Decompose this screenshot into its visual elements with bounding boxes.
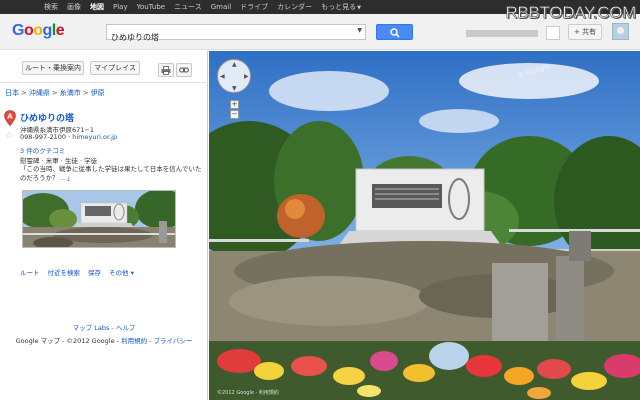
nav-calendar[interactable]: カレンダー [277, 2, 312, 12]
footer-copyright: Google マップ - ©2012 Google - 利用規約 - プライバシ… [0, 335, 208, 345]
nav-images[interactable]: 画像 [67, 2, 81, 12]
breadcrumb-item[interactable]: 沖縄県 [29, 89, 50, 97]
breadcrumb-item[interactable]: 糸満市 [60, 89, 81, 97]
nav-news[interactable]: ニュース [174, 2, 202, 12]
link-icon [179, 67, 189, 73]
categories: 慰霊碑 · 米軍 · 生徒 · 学徒 [20, 157, 98, 165]
photo-image [23, 191, 175, 247]
save-link[interactable]: 保存 [88, 269, 101, 277]
dropdown-arrow-icon[interactable]: ▼ [357, 27, 362, 34]
route-button[interactable]: ルート・乗換案内 [22, 61, 84, 75]
divider [0, 82, 208, 83]
nav-play[interactable]: Play [113, 3, 128, 11]
user-name-blurred [466, 30, 538, 37]
more-actions-link[interactable]: その他 ▾ [109, 269, 134, 277]
footer-links: マップ Labs - ヘルプ [0, 322, 208, 332]
search-icon [390, 28, 400, 38]
my-places-button[interactable]: マイプレイス [90, 61, 140, 75]
pan-left-icon[interactable]: ◀ [220, 73, 225, 80]
terms-link[interactable]: 利用規約 [121, 337, 147, 345]
review-text: 「この当時、戦争に従事した学徒は果たして日本を信んでいたのだろうか？ [20, 165, 202, 182]
pan-control[interactable]: ▲ ▼ ◀ ▶ [217, 59, 251, 93]
breadcrumb-separator: > [21, 89, 27, 97]
nav-more-label: もっと見る [321, 3, 357, 11]
notification-box[interactable] [546, 26, 560, 40]
place-actions: ルート 付近を検索 保存 その他 ▾ [20, 267, 142, 277]
nav-search[interactable]: 検索 [44, 2, 58, 12]
help-link[interactable]: ヘルプ [116, 324, 136, 332]
avatar[interactable] [612, 23, 629, 40]
review-snippet: 「この当時、戦争に従事した学徒は果たして日本を信んでいたのだろうか？ ...」 [20, 165, 202, 183]
breadcrumb-item[interactable]: 日本 [5, 89, 19, 97]
left-panel: ルート・乗換案内 マイプレイス 日本 > 沖縄県 > 糸満市 > 伊原 A ☆ ひめゆりの塔… [0, 51, 208, 400]
breadcrumb: 日本 > 沖縄県 > 糸満市 > 伊原 [5, 88, 105, 98]
nav-drive[interactable]: ドライブ [240, 2, 268, 12]
image-copyright: ©2012 Google · 利用規約 [217, 390, 279, 396]
nav-more[interactable]: もっと見る▼ [321, 2, 361, 12]
reviews-link[interactable]: 3 件のクチコミ [20, 145, 65, 155]
place-title[interactable]: ひめゆりの塔 [20, 111, 74, 124]
search-input[interactable] [107, 30, 347, 45]
pan-up-icon[interactable]: ▲ [232, 61, 237, 68]
map-marker-icon[interactable]: A [4, 110, 16, 126]
maps-labs-link[interactable]: マップ Labs [73, 324, 110, 332]
svg-text:A: A [7, 113, 13, 121]
search-button[interactable] [376, 24, 413, 40]
google-logo[interactable]: Google [12, 22, 65, 40]
logo-letter: G [12, 22, 24, 39]
copyright-text: Google マップ - ©2012 Google - [15, 337, 122, 345]
print-button[interactable] [158, 63, 174, 77]
phone-line: 098-997-2100 · himeyuri.or.jp [20, 133, 118, 141]
logo-letter: e [55, 22, 65, 39]
breadcrumb-item[interactable]: 伊原 [91, 89, 105, 97]
website-link[interactable]: himeyuri.or.jp [72, 133, 117, 141]
logo-letter: o [23, 22, 34, 39]
share-button[interactable]: + 共有 [568, 24, 602, 40]
star-icon[interactable]: ☆ [5, 131, 13, 141]
nav-youtube[interactable]: YouTube [137, 3, 165, 11]
directions-link[interactable]: ルート [20, 269, 40, 277]
zoom-in-button[interactable]: + [230, 100, 239, 109]
street-view[interactable]: ▲ ▼ ◀ ▶ + − © Google ©2012 Google · 利用規約 [209, 51, 640, 400]
logo-letter: o [33, 22, 43, 39]
nav-gmail[interactable]: Gmail [211, 3, 231, 11]
site-watermark: RBBTODAY.COM [505, 3, 636, 23]
link-button[interactable] [176, 63, 192, 77]
logo-letter: g [42, 22, 53, 39]
nav-maps[interactable]: 地図 [90, 2, 104, 12]
search-nearby-link[interactable]: 付近を検索 [48, 269, 81, 277]
privacy-link[interactable]: プライバシー [154, 337, 193, 345]
chevron-down-icon: ▼ [357, 5, 362, 11]
print-icon [161, 66, 171, 75]
street-view-image [209, 51, 640, 400]
breadcrumb-separator: > [51, 89, 58, 97]
pan-down-icon[interactable]: ▼ [232, 85, 237, 92]
search-box: ▼ [106, 24, 366, 45]
phone-number: 098-997-2100 [20, 133, 67, 141]
place-photo[interactable] [22, 190, 176, 248]
pan-right-icon[interactable]: ▶ [244, 73, 249, 80]
zoom-out-button[interactable]: − [230, 110, 239, 119]
review-more-link[interactable]: ...」 [61, 174, 74, 182]
breadcrumb-separator: > [82, 89, 89, 97]
